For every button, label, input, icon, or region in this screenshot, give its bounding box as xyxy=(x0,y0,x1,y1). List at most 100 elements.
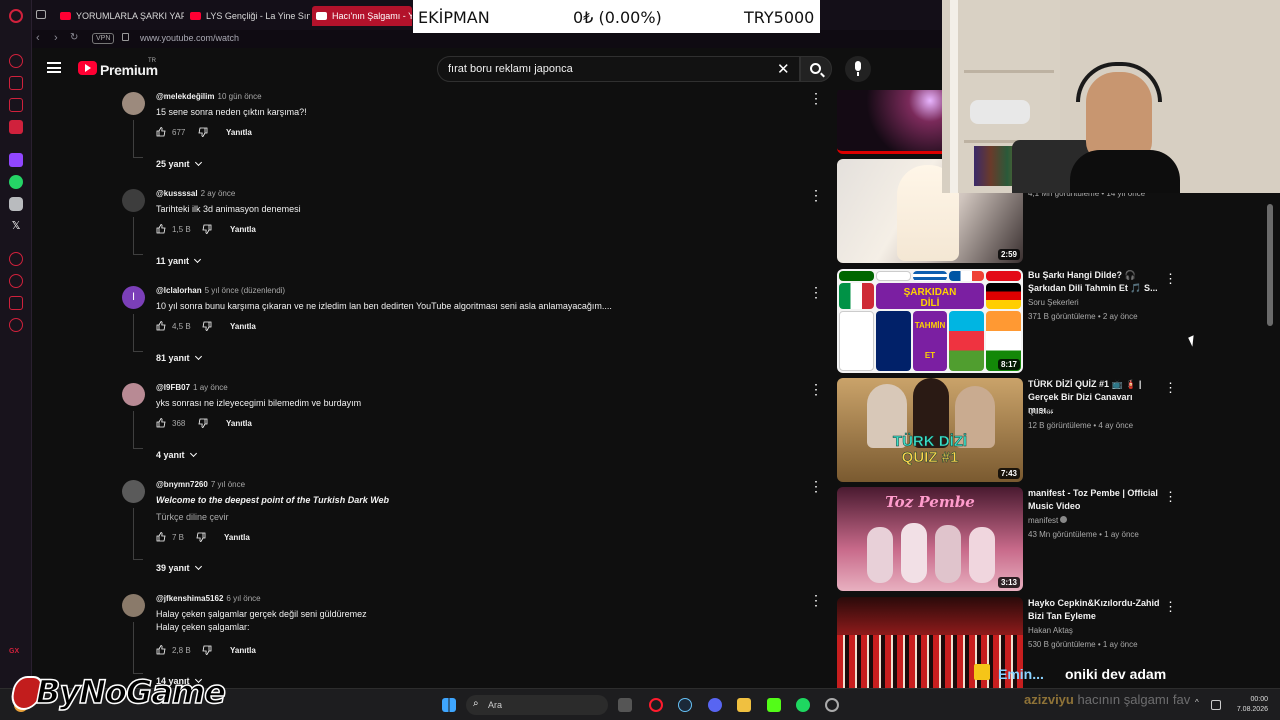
avatar[interactable] xyxy=(122,92,145,115)
reload-icon[interactable]: ↻ xyxy=(70,32,78,43)
url-field[interactable]: www.youtube.com/watch xyxy=(140,33,239,43)
video-menu-icon[interactable]: ⋮ xyxy=(1164,599,1177,615)
comment-time[interactable]: 2 ay önce xyxy=(201,189,236,198)
dislike-icon[interactable] xyxy=(202,321,212,331)
taskbar-clock[interactable]: 00:00 7.08.2026 xyxy=(1224,695,1268,715)
back-icon[interactable]: ‹ xyxy=(36,32,40,44)
video-menu-icon[interactable]: ⋮ xyxy=(1164,489,1177,505)
replies-toggle[interactable]: 11 yanıt xyxy=(156,255,202,266)
comment-time[interactable]: 5 yıl önce (düzenlendi) xyxy=(205,286,286,295)
avatar[interactable] xyxy=(122,594,145,617)
taskbar-search[interactable]: ⌕ Ara xyxy=(466,695,608,715)
comment-menu-icon[interactable] xyxy=(809,90,823,107)
hamburger-menu-icon[interactable] xyxy=(47,62,61,73)
channel-name[interactable]: manifest xyxy=(1028,516,1068,525)
like-icon[interactable] xyxy=(156,224,166,234)
comment-author[interactable]: @jfkenshima5162 6 yıl önce xyxy=(156,594,261,603)
forward-icon[interactable]: › xyxy=(54,32,58,44)
gx-corner-icon[interactable] xyxy=(9,98,23,112)
comment-time[interactable]: 7 yıl önce xyxy=(211,480,245,489)
dislike-icon[interactable] xyxy=(198,127,208,137)
video-menu-icon[interactable]: ⋮ xyxy=(1164,271,1177,287)
tab-2[interactable]: LYS Gençliği - La Yine Sınav xyxy=(186,6,310,26)
translate-link[interactable]: Türkçe diline çevir xyxy=(156,512,229,522)
gaming-news-icon[interactable] xyxy=(9,120,23,134)
like-icon[interactable] xyxy=(156,418,166,428)
author-name[interactable]: @bnymn7260 xyxy=(156,480,208,489)
comment-time[interactable]: 10 gün önce xyxy=(218,92,262,101)
discord-taskbar-icon[interactable] xyxy=(708,698,722,712)
video-title[interactable]: Hayko Cepkin&Kızılordu-Zahid Bizi Tan Ey… xyxy=(1028,597,1160,623)
video-thumbnail[interactable]: TÜRK DİZİ QUIZ #1 7:43 xyxy=(837,378,1023,482)
tab-active[interactable]: Hacı'nın Şalgamı - YouTube xyxy=(312,6,412,26)
whatsapp-icon[interactable] xyxy=(9,175,23,189)
reply-button[interactable]: Yanıtla xyxy=(226,128,252,137)
comment-author[interactable]: @melekdeğilim 10 gün önce xyxy=(156,92,262,101)
video-menu-icon[interactable]: ⋮ xyxy=(1164,380,1177,396)
author-name[interactable]: @melekdeğilim xyxy=(156,92,215,101)
video-thumbnail[interactable]: ŞARKIDAN DİLİ TAHMİN ET 8:17 xyxy=(837,269,1023,373)
replies-toggle[interactable]: 25 yanıt xyxy=(156,158,202,169)
reply-button[interactable]: Yanıtla xyxy=(230,322,256,331)
like-icon[interactable] xyxy=(156,321,166,331)
youtube-logo-icon[interactable] xyxy=(78,61,97,75)
premium-brand[interactable]: Premium xyxy=(100,62,158,78)
comment-menu-icon[interactable] xyxy=(809,187,823,204)
channel-name[interactable]: Hakan Aktaş xyxy=(1028,626,1073,635)
gx-control-icon[interactable] xyxy=(9,76,23,90)
avatar[interactable] xyxy=(122,383,145,406)
reply-button[interactable]: Yanıtla xyxy=(226,419,252,428)
windows-start-icon[interactable] xyxy=(442,698,456,712)
comment-author[interactable]: @lclalorhan 5 yıl önce (düzenlendi) xyxy=(156,286,285,295)
steam-icon[interactable] xyxy=(678,698,692,712)
replies-count[interactable]: 25 yanıt xyxy=(156,159,190,169)
author-name[interactable]: @kussssal xyxy=(156,189,198,198)
channel-name[interactable]: Quizler xyxy=(1028,407,1053,416)
comment-time[interactable]: 6 yıl önce xyxy=(226,594,260,603)
avatar[interactable] xyxy=(122,480,145,503)
video-title[interactable]: Bu Şarkı Hangi Dilde? 🎧 Şarkıdan Dili Ta… xyxy=(1028,269,1160,295)
replies-toggle[interactable]: 39 yanıt xyxy=(156,562,202,573)
volume-icon[interactable] xyxy=(1211,700,1221,710)
music-player-icon[interactable] xyxy=(9,252,23,266)
video-thumbnail[interactable] xyxy=(837,597,1023,688)
spotify-icon[interactable] xyxy=(796,698,810,712)
search-button[interactable] xyxy=(800,56,832,82)
kick-icon[interactable] xyxy=(767,698,781,712)
voice-search-button[interactable] xyxy=(845,56,871,82)
search-input[interactable] xyxy=(448,63,768,75)
history-icon[interactable] xyxy=(9,274,23,288)
vpn-badge[interactable]: VPN xyxy=(92,33,115,44)
avatar[interactable] xyxy=(122,189,145,212)
comment-menu-icon[interactable] xyxy=(809,478,823,495)
opera-logo-icon[interactable] xyxy=(9,9,23,23)
like-icon[interactable] xyxy=(156,127,166,137)
video-thumbnail[interactable]: Toz Pembe 3:13 xyxy=(837,487,1023,591)
file-explorer-icon[interactable] xyxy=(737,698,751,712)
opera-gx-taskbar-icon[interactable] xyxy=(649,698,663,712)
settings-icon[interactable] xyxy=(825,698,839,712)
author-name[interactable]: @lclalorhan xyxy=(156,286,202,295)
speed-dial-icon[interactable] xyxy=(9,54,23,68)
comment-time[interactable]: 1 ay önce xyxy=(193,383,228,392)
comment-menu-icon[interactable] xyxy=(809,284,823,301)
replies-count[interactable]: 39 yanıt xyxy=(156,563,190,573)
dislike-icon[interactable] xyxy=(196,532,206,542)
task-view-icon[interactable] xyxy=(618,698,632,712)
comment-menu-icon[interactable] xyxy=(809,592,823,609)
author-name[interactable]: @jfkenshima5162 xyxy=(156,594,223,603)
reply-button[interactable]: Yanıtla xyxy=(224,533,250,542)
channel-name[interactable]: Soru Şekerleri xyxy=(1028,298,1079,307)
system-tray-chevron-icon[interactable]: ^ xyxy=(1195,698,1203,712)
dislike-icon[interactable] xyxy=(202,645,212,655)
replies-count[interactable]: 4 yanıt xyxy=(156,450,185,460)
channel-name-text[interactable]: manifest xyxy=(1028,516,1058,525)
like-icon[interactable] xyxy=(156,645,166,655)
settings-gear-icon[interactable] xyxy=(9,318,23,332)
video-title[interactable]: manifest - Toz Pembe | Official Music Vi… xyxy=(1028,487,1160,513)
like-icon[interactable] xyxy=(156,532,166,542)
dislike-icon[interactable] xyxy=(198,418,208,428)
tab-menu-icon[interactable] xyxy=(36,10,46,19)
reply-button[interactable]: Yanıtla xyxy=(230,646,256,655)
replies-count[interactable]: 11 yanıt xyxy=(156,256,189,266)
